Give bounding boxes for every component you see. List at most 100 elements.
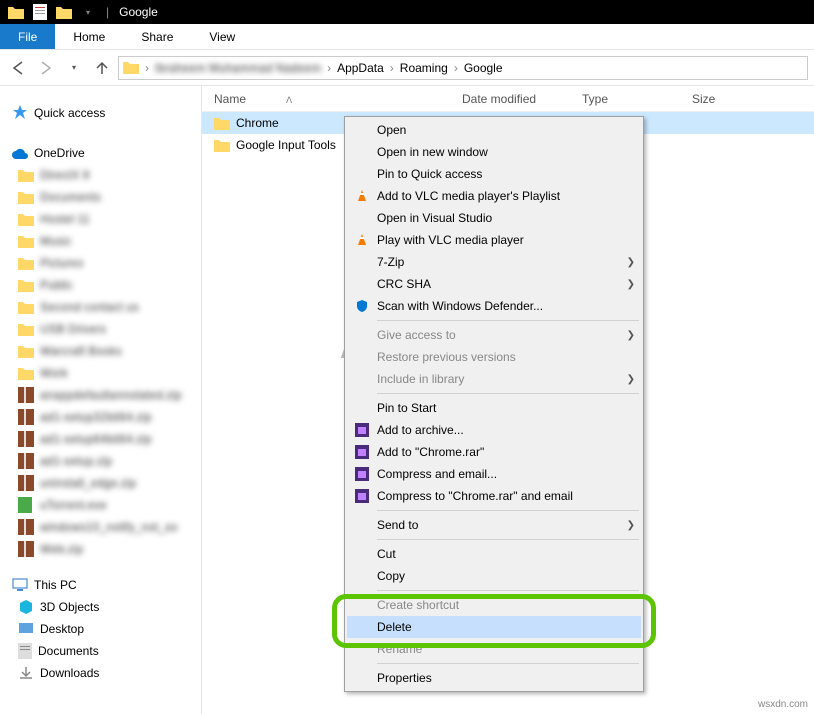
chevron-right-icon: ❯ xyxy=(627,257,635,268)
column-header-size[interactable]: Size xyxy=(692,92,772,106)
chevron-right-icon[interactable]: › xyxy=(327,61,331,75)
menu-restore-previous[interactable]: Restore previous versions xyxy=(347,346,641,368)
menu-cut[interactable]: Cut xyxy=(347,543,641,565)
sidebar-item[interactable]: anappdefaultannotated.zip xyxy=(0,384,201,406)
separator xyxy=(377,393,639,394)
menu-defender-scan[interactable]: Scan with Windows Defender... xyxy=(347,295,641,317)
menu-include-library[interactable]: Include in library❯ xyxy=(347,368,641,390)
sidebar-item[interactable]: USB Drivers xyxy=(0,318,201,340)
menu-open[interactable]: Open xyxy=(347,119,641,141)
navigation-bar: ▾ › Ibraheem Muhammad Nadeem › AppData ›… xyxy=(0,50,814,86)
sidebar-item[interactable]: ad1-setup32bit64.zip xyxy=(0,406,201,428)
breadcrumb-item[interactable]: Roaming xyxy=(396,61,452,75)
sidebar-item[interactable]: Web.zip xyxy=(0,538,201,560)
menu-crc-sha[interactable]: CRC SHA❯ xyxy=(347,273,641,295)
this-pc[interactable]: This PC xyxy=(0,574,201,596)
vlc-icon xyxy=(351,233,373,247)
folder-icon xyxy=(18,212,34,226)
sidebar-item[interactable]: windows10_notify_not_so xyxy=(0,516,201,538)
menu-create-shortcut[interactable]: Create shortcut xyxy=(347,594,641,616)
file-icon xyxy=(18,497,34,513)
address-bar[interactable]: › Ibraheem Muhammad Nadeem › AppData › R… xyxy=(118,56,808,80)
menu-compress-rar-email[interactable]: Compress to "Chrome.rar" and email xyxy=(347,485,641,507)
separator xyxy=(377,510,639,511)
sidebar-item[interactable]: uninstall_edge.zip xyxy=(0,472,201,494)
dropdown-icon[interactable]: ▾ xyxy=(79,3,97,21)
menu-properties[interactable]: Properties xyxy=(347,667,641,689)
chevron-right-icon[interactable]: › xyxy=(454,61,458,75)
share-tab[interactable]: Share xyxy=(123,24,191,49)
back-button[interactable] xyxy=(6,56,30,80)
menu-pin-start[interactable]: Pin to Start xyxy=(347,397,641,419)
quick-access[interactable]: Quick access xyxy=(0,102,201,124)
home-tab[interactable]: Home xyxy=(55,24,123,49)
menu-add-archive[interactable]: Add to archive... xyxy=(347,419,641,441)
chevron-right-icon[interactable]: › xyxy=(390,61,394,75)
desktop-icon xyxy=(18,622,34,636)
3d-objects-icon xyxy=(18,599,34,615)
breadcrumb-item[interactable]: AppData xyxy=(333,61,388,75)
breadcrumb-user[interactable]: Ibraheem Muhammad Nadeem xyxy=(151,61,325,75)
sidebar-item[interactable]: ad1-setup.zip xyxy=(0,450,201,472)
sidebar-item[interactable]: Documents xyxy=(0,640,201,662)
sidebar-item[interactable]: Public xyxy=(0,274,201,296)
cloud-icon xyxy=(12,147,28,159)
menu-copy[interactable]: Copy xyxy=(347,565,641,587)
folder-icon xyxy=(18,190,34,204)
sidebar-item[interactable]: Second contact us xyxy=(0,296,201,318)
folder-icon xyxy=(18,300,34,314)
sidebar-item[interactable]: DirectX 9 xyxy=(0,164,201,186)
attribution: wsxdn.com xyxy=(758,699,808,710)
sidebar-item[interactable]: Warcraft Books xyxy=(0,340,201,362)
menu-compress-email[interactable]: Compress and email... xyxy=(347,463,641,485)
sidebar-item[interactable]: Hostel 11 xyxy=(0,208,201,230)
recent-dropdown[interactable]: ▾ xyxy=(62,56,86,80)
folder-icon xyxy=(214,138,232,152)
view-tab[interactable]: View xyxy=(191,24,253,49)
menu-vlc-play[interactable]: Play with VLC media player xyxy=(347,229,641,251)
menu-send-to[interactable]: Send to❯ xyxy=(347,514,641,536)
archive-icon xyxy=(18,541,34,557)
onedrive-label: OneDrive xyxy=(34,146,85,160)
forward-button[interactable] xyxy=(34,56,58,80)
column-header-name[interactable]: Nameᐱ xyxy=(214,92,462,106)
menu-7zip[interactable]: 7-Zip❯ xyxy=(347,251,641,273)
menu-pin-quick-access[interactable]: Pin to Quick access xyxy=(347,163,641,185)
sidebar-item[interactable]: Documents xyxy=(0,186,201,208)
archive-icon xyxy=(18,431,34,447)
menu-open-new-window[interactable]: Open in new window xyxy=(347,141,641,163)
sidebar-item[interactable]: 3D Objects xyxy=(0,596,201,618)
archive-icon xyxy=(18,475,34,491)
breadcrumb-item[interactable]: Google xyxy=(460,61,507,75)
winrar-icon xyxy=(351,489,373,503)
folder-icon xyxy=(18,344,34,358)
sidebar-item[interactable]: Music xyxy=(0,230,201,252)
menu-delete[interactable]: Delete xyxy=(347,616,641,638)
sidebar-item[interactable]: Desktop xyxy=(0,618,201,640)
column-header-type[interactable]: Type xyxy=(582,92,692,106)
sidebar-item[interactable]: Work xyxy=(0,362,201,384)
menu-open-visual-studio[interactable]: Open in Visual Studio xyxy=(347,207,641,229)
up-button[interactable] xyxy=(90,56,114,80)
sidebar-item[interactable]: uTorrent.exe xyxy=(0,494,201,516)
separator xyxy=(377,590,639,591)
folder-icon xyxy=(18,366,34,380)
menu-give-access[interactable]: Give access to❯ xyxy=(347,324,641,346)
archive-icon xyxy=(18,387,34,403)
context-menu: Open Open in new window Pin to Quick acc… xyxy=(344,116,644,692)
documents-icon xyxy=(18,643,32,659)
this-pc-label: This PC xyxy=(34,578,77,592)
sidebar-item[interactable]: Downloads xyxy=(0,662,201,684)
ribbon-tabs: File Home Share View xyxy=(0,24,814,50)
file-tab[interactable]: File xyxy=(0,24,55,49)
chevron-right-icon: ❯ xyxy=(627,279,635,290)
sidebar-item[interactable]: Pictures xyxy=(0,252,201,274)
menu-rename[interactable]: Rename xyxy=(347,638,641,660)
column-header-date[interactable]: Date modified xyxy=(462,92,582,106)
onedrive[interactable]: OneDrive xyxy=(0,142,201,164)
chevron-right-icon[interactable]: › xyxy=(145,61,149,75)
menu-add-rar[interactable]: Add to "Chrome.rar" xyxy=(347,441,641,463)
folder-icon xyxy=(18,234,34,248)
sidebar-item[interactable]: ad1-setup64bit64.zip xyxy=(0,428,201,450)
menu-vlc-add[interactable]: Add to VLC media player's Playlist xyxy=(347,185,641,207)
